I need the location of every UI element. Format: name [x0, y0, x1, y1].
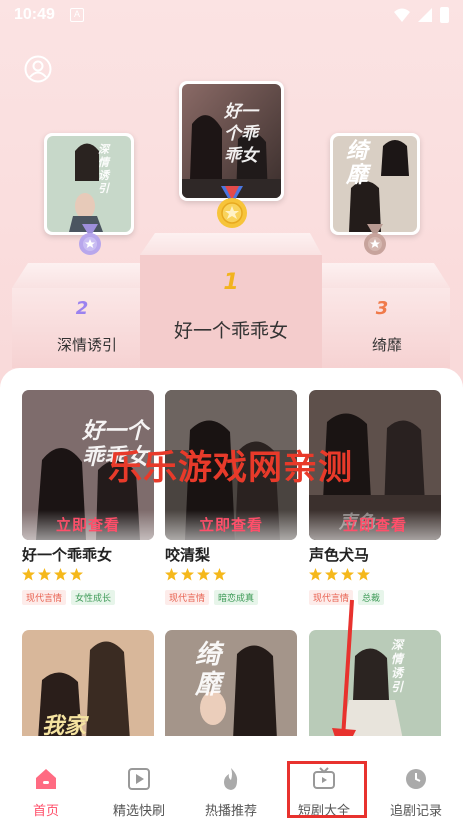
star-icon [213, 568, 226, 581]
silver-medal-icon [79, 224, 101, 255]
drama-card[interactable]: 立即查看 咬清梨 现代言情 暗恋成真 [165, 390, 297, 605]
rank-title-3[interactable]: 绮靡 [312, 334, 462, 355]
status-bar: 10:49 A [0, 0, 463, 30]
rank-title-2[interactable]: 深情诱引 [12, 334, 162, 355]
tag-list: 现代言情 总裁 [309, 590, 441, 605]
flame-icon [224, 768, 238, 790]
podium-card-2[interactable]: 深情诱引 [44, 133, 134, 235]
bottom-nav: 首页 精选快刷 热播推荐 短剧大全 追剧记录 [0, 736, 463, 821]
nav-label: 首页 [32, 804, 59, 819]
drama-card[interactable]: 绮靡 [165, 630, 297, 740]
rank-title-1[interactable]: 好一个乖乖女 [140, 316, 322, 343]
podium-card-3[interactable]: 绮靡 [330, 133, 420, 235]
drama-thumbnail[interactable]: 我家 [22, 630, 154, 740]
poster-title: 绮靡 [346, 138, 369, 188]
rating-stars [165, 568, 297, 582]
annotation-highlight-box [287, 761, 367, 818]
drama-card[interactable]: 声色 立即查看 声色犬马 现代言情 总裁 [309, 390, 441, 605]
wifi-icon [394, 8, 410, 22]
drama-title: 咬清梨 [165, 546, 211, 564]
notification-icon: A [70, 8, 84, 22]
rank-number-3: 3 [375, 298, 389, 319]
star-icon [70, 568, 83, 581]
poster-title: 深情诱引 [391, 638, 404, 694]
poster-title: 绮靡 [195, 640, 222, 700]
nav-item-history[interactable]: 追剧记录 [371, 756, 461, 819]
star-icon [165, 568, 178, 581]
watermark-text: 乐乐游戏网亲测 [108, 448, 353, 488]
poster-title: 好一个乖乖女 [224, 102, 258, 166]
nav-label: 追剧记录 [389, 804, 442, 819]
podium-card-1[interactable]: 好一个乖乖女 [179, 81, 284, 201]
star-icon [309, 568, 322, 581]
star-icon [325, 568, 338, 581]
rating-stars [22, 568, 154, 582]
star-icon [197, 568, 210, 581]
home-icon [36, 769, 56, 789]
nav-item-home[interactable]: 首页 [1, 756, 91, 819]
genre-tag: 现代言情 [165, 590, 210, 605]
star-icon [54, 568, 67, 581]
watch-now-button[interactable]: 立即查看 [165, 510, 297, 540]
tag-list: 现代言情 暗恋成真 [165, 590, 297, 605]
poster-title: 深情诱引 [98, 143, 109, 195]
nav-label: 热播推荐 [204, 804, 257, 819]
star-icon [38, 568, 51, 581]
nav-label: 精选快刷 [112, 804, 165, 819]
rank-number-1: 1 [223, 270, 239, 295]
clock-icon [406, 769, 426, 789]
drama-card[interactable]: 好一个乖乖女 立即查看 好一个乖乖女 现代言情 女性成长 [22, 390, 154, 605]
drama-card[interactable]: 我家 [22, 630, 154, 740]
drama-title: 好一个乖乖女 [22, 546, 113, 564]
star-icon [181, 568, 194, 581]
star-icon [341, 568, 354, 581]
drama-card[interactable]: 深情诱引 [309, 630, 441, 740]
star-icon [357, 568, 370, 581]
tag-list: 现代言情 女性成长 [22, 590, 154, 605]
nav-item-hot[interactable]: 热播推荐 [186, 756, 276, 819]
watch-now-button[interactable]: 立即查看 [309, 510, 441, 540]
gold-medal-icon [217, 186, 247, 228]
battery-icon [440, 7, 449, 23]
poster-image [309, 630, 441, 740]
theme-tag: 女性成长 [71, 590, 116, 605]
theme-tag: 暗恋成真 [214, 590, 259, 605]
poster-image [47, 136, 131, 232]
rank-number-2: 2 [75, 298, 89, 319]
bronze-medal-icon [364, 224, 386, 255]
genre-tag: 现代言情 [22, 590, 67, 605]
star-icon [22, 568, 35, 581]
drama-thumbnail[interactable]: 绮靡 [165, 630, 297, 740]
theme-tag: 总裁 [358, 590, 385, 605]
rating-stars [309, 568, 441, 582]
drama-thumbnail[interactable]: 深情诱引 [309, 630, 441, 740]
watch-now-button[interactable]: 立即查看 [22, 510, 154, 540]
drama-title: 声色犬马 [309, 546, 370, 564]
play-icon [128, 768, 150, 790]
user-avatar-icon[interactable] [24, 55, 52, 83]
signal-icon [418, 8, 432, 22]
nav-item-featured[interactable]: 精选快刷 [94, 756, 184, 819]
status-time: 10:49 [14, 6, 55, 23]
